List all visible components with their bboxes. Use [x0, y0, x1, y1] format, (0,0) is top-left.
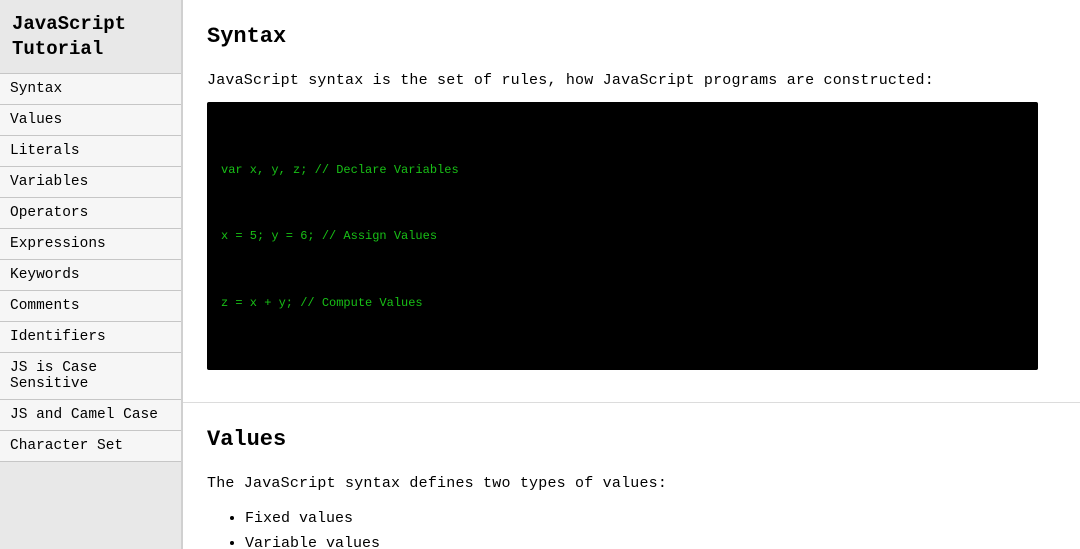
sidebar-item-operators[interactable]: Operators	[0, 198, 181, 229]
sidebar-item-syntax[interactable]: Syntax	[0, 74, 181, 105]
section-values: Values The JavaScript syntax defines two…	[183, 403, 1080, 549]
list-item: Variable values	[245, 531, 1038, 549]
content-scroll[interactable]: Syntax JavaScript syntax is the set of r…	[183, 0, 1080, 549]
sidebar-item-comments[interactable]: Comments	[0, 291, 181, 322]
syntax-intro: JavaScript syntax is the set of rules, h…	[207, 69, 1038, 92]
values-bullets: Fixed values Variable values	[245, 506, 1038, 549]
syntax-code: var x, y, z; // Declare Variables x = 5;…	[207, 102, 1038, 370]
code-line: x = 5; y = 6; // Assign Values	[221, 225, 1024, 247]
sidebar-item-camel-case[interactable]: JS and Camel Case	[0, 400, 181, 431]
sidebar-item-identifiers[interactable]: Identifiers	[0, 322, 181, 353]
values-intro: The JavaScript syntax defines two types …	[207, 472, 1038, 495]
sidebar: JavaScript Tutorial Syntax Values Litera…	[0, 0, 183, 549]
list-item: Fixed values	[245, 506, 1038, 531]
section-syntax: Syntax JavaScript syntax is the set of r…	[183, 0, 1080, 403]
sidebar-item-character-set[interactable]: Character Set	[0, 431, 181, 462]
syntax-heading: Syntax	[207, 24, 1038, 49]
sidebar-title: JavaScript Tutorial	[0, 0, 181, 73]
sidebar-item-case-sensitive[interactable]: JS is Case Sensitive	[0, 353, 181, 400]
sidebar-item-values[interactable]: Values	[0, 105, 181, 136]
sidebar-item-variables[interactable]: Variables	[0, 167, 181, 198]
values-heading: Values	[207, 427, 1038, 452]
app-root: JavaScript Tutorial Syntax Values Litera…	[0, 0, 1080, 549]
sidebar-item-keywords[interactable]: Keywords	[0, 260, 181, 291]
sidebar-item-literals[interactable]: Literals	[0, 136, 181, 167]
code-line: z = x + y; // Compute Values	[221, 292, 1024, 314]
sidebar-item-expressions[interactable]: Expressions	[0, 229, 181, 260]
code-line: var x, y, z; // Declare Variables	[221, 159, 1024, 181]
nav-list: Syntax Values Literals Variables Operato…	[0, 73, 181, 462]
